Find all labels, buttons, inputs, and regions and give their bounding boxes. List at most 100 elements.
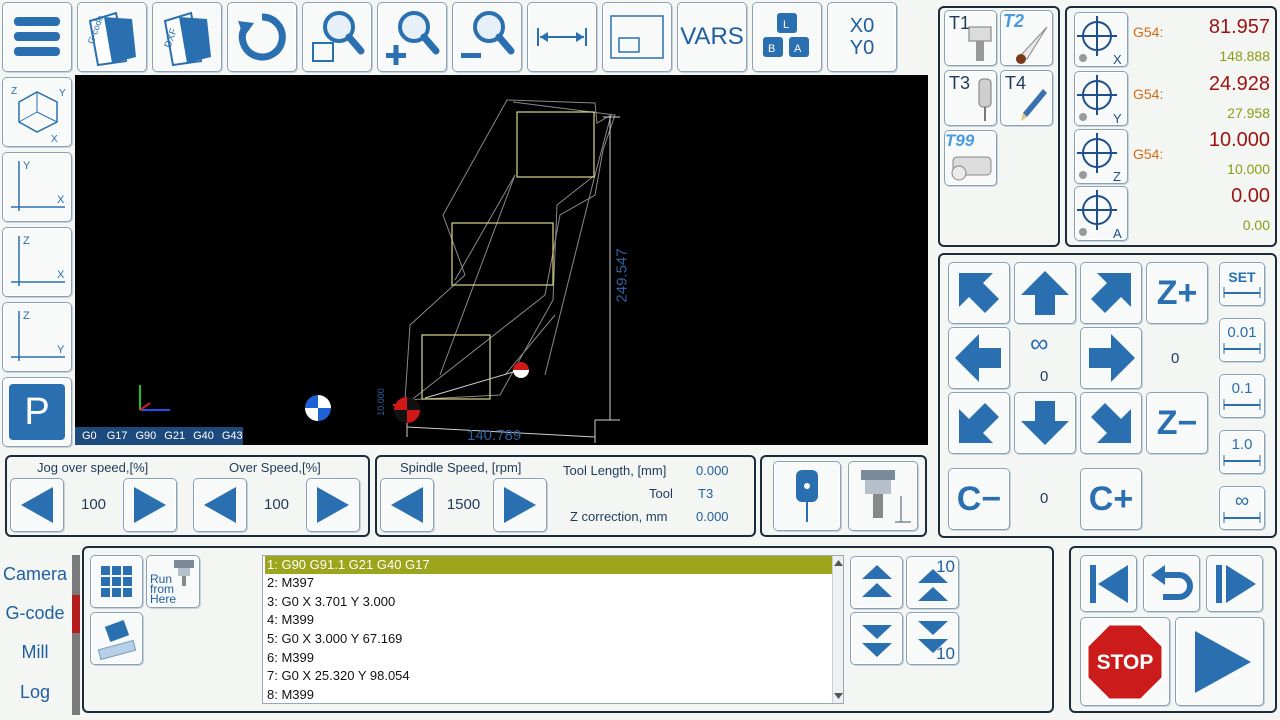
gcode-line[interactable]: 8: M399 [265,686,841,704]
zero-a-button[interactable]: A [1074,186,1128,241]
jog-speed-increase-button[interactable] [123,478,177,532]
step-set-button[interactable]: SET [1219,262,1265,306]
machine-origin-icon [305,395,331,421]
keyboard-button[interactable]: L B A [752,2,822,72]
scroll-down-line-button[interactable] [850,612,903,665]
camera-tool-icon [951,156,992,181]
gcode-line[interactable]: 5: G0 X 3.000 Y 67.169 [265,630,841,648]
zoom-in-button[interactable] [377,2,447,72]
tool-measure-button[interactable] [848,461,918,531]
jog-down-left-button[interactable] [948,392,1010,454]
tool-t1-button[interactable]: T1 [944,10,997,66]
dro-z-work: 10.000 [1208,129,1270,151]
spindle-icon [174,560,194,586]
tab-gcode[interactable]: G-code [0,603,70,624]
gcode-line[interactable]: 1: G90 G91.1 G21 G40 G17 [265,556,841,574]
scroll-up-line-button[interactable] [850,556,903,609]
xy-view-button[interactable]: Y X [2,152,72,222]
tab-log[interactable]: Log [0,682,70,703]
iso-view-button[interactable]: Z Y X [2,77,72,147]
fit-view-button[interactable] [602,2,672,72]
tool-t2-button[interactable]: T2 [1000,10,1053,66]
z-minus-label: Z− [1156,403,1198,442]
zoom-window-button[interactable] [302,2,372,72]
spindle-increase-button[interactable] [493,478,547,532]
grid-view-button[interactable] [90,555,143,608]
gcode-line[interactable]: 4: M399 [265,611,841,629]
toolpath-viewport[interactable]: 249.547 140.789 10.000 G0 G17 G90 G21 G4… [75,75,928,445]
c-minus-label: C− [956,479,1002,518]
jog-right-button[interactable] [1080,327,1142,389]
zy-view-button[interactable]: Z Y [2,302,72,372]
dro-y-machine: 27.958 [1227,105,1270,121]
zero-y-button[interactable]: Y [1074,71,1128,126]
crosshair-y-icon: Y [1077,74,1122,125]
tool-t99-button[interactable]: T99 [944,130,997,186]
open-gcode-button[interactable]: G-code [77,2,147,72]
menu-button[interactable] [2,2,72,72]
tab-camera[interactable]: Camera [0,564,70,585]
jog-z-plus-button[interactable]: Z+ [1146,262,1208,324]
gcode-scrollbar[interactable] [832,556,843,703]
rotate-program-button[interactable] [90,612,143,665]
jog-c-minus-button[interactable]: C− [948,468,1010,530]
jog-down-right-button[interactable] [1080,392,1142,454]
over-speed-increase-button[interactable] [306,478,360,532]
start-button[interactable] [1175,617,1264,706]
over-speed-value: 100 [263,496,290,513]
jog-left-button[interactable] [948,327,1010,389]
tool-t3-button[interactable]: T3 [944,70,997,126]
tool-length-label: Tool Length, [mm] [563,463,667,478]
jog-c-plus-button[interactable]: C+ [1080,468,1142,530]
gcode-line[interactable]: 6: M399 [265,649,841,667]
reload-button[interactable] [227,2,297,72]
vars-button[interactable]: VARS [677,2,747,72]
step-label: 0.1 [1231,380,1253,397]
jog-up-button[interactable] [1014,262,1076,324]
zero-x-button[interactable]: X [1074,12,1128,67]
gcode-line[interactable]: 7: G0 X 25.320 Y 98.054 [265,667,841,685]
jog-up-right-button[interactable] [1080,262,1142,324]
run-from-here-button[interactable]: Run from Here [146,555,200,608]
open-dxf-button[interactable]: DXF [152,2,222,72]
gcode-line[interactable]: 2: M397 [265,574,841,592]
measure-button[interactable] [527,2,597,72]
svg-text:A: A [794,43,802,55]
step-0-01-button[interactable]: 0.01 [1219,318,1265,362]
arrow-up-right-icon [1091,273,1131,313]
gcode-line[interactable]: 3: G0 X 3.701 Y 3.000 [265,593,841,611]
park-button[interactable]: P [2,377,72,447]
single-step-button[interactable] [1206,555,1263,612]
zx-view-button[interactable]: Z X [2,227,72,297]
step-back-button[interactable] [1143,555,1200,612]
jog-up-left-button[interactable] [948,262,1010,324]
jog-down-button[interactable] [1014,392,1076,454]
scroll-up-page-button[interactable]: 10 [906,556,959,609]
step-forward-icon [1215,564,1256,603]
spindle-decrease-button[interactable] [380,478,434,532]
wcs-label-x: G54: [1133,24,1164,40]
c-plus-label: C+ [1088,479,1134,518]
over-speed-decrease-button[interactable] [193,478,247,532]
step-1-0-button[interactable]: 1.0 [1219,430,1265,474]
scroll-down-page-button[interactable]: 10 [906,612,959,665]
tool-label: Tool [649,486,673,501]
zero-z-button[interactable]: Z [1074,129,1128,184]
tool-probe-button[interactable] [773,461,841,531]
stop-button[interactable]: STOP [1080,617,1170,706]
double-chevron-down-icon [861,624,892,657]
step-continuous-button[interactable]: ∞ [1219,486,1265,530]
arrow-up-icon [1021,271,1069,315]
grid-icon [100,565,132,597]
jog-z-minus-button[interactable]: Z− [1146,392,1208,454]
step-0-1-button[interactable]: 0.1 [1219,374,1265,418]
tool-t4-button[interactable]: T4 [1000,70,1053,126]
zoom-window-icon [312,11,365,62]
jog-speed-decrease-button[interactable] [10,478,64,532]
zoom-out-button[interactable] [452,2,522,72]
rewind-button[interactable] [1080,555,1137,612]
zero-xy-button[interactable]: X0 Y0 [827,2,897,72]
tab-mill[interactable]: Mill [0,642,70,663]
zoom-out-icon [461,11,515,58]
svg-text:STOP: STOP [1097,651,1154,674]
